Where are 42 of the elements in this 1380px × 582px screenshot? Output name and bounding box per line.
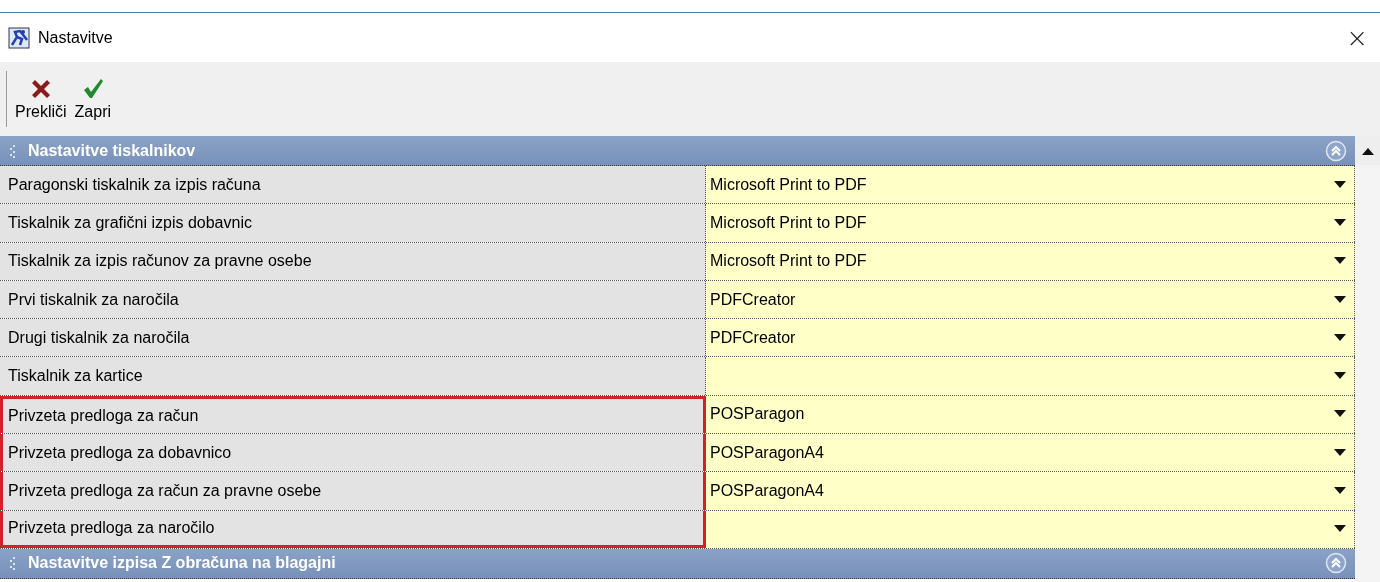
dropdown-field[interactable]: Microsoft Print to PDF (706, 166, 1355, 204)
dropdown-arrow-icon (1334, 410, 1346, 419)
dropdown-arrow-icon (1334, 333, 1346, 342)
setting-label: Privzeta predloga za račun za pravne osebe (0, 472, 706, 510)
setting-label: Privzeta predloga za naročilo (0, 510, 706, 548)
dropdown-field[interactable]: POSParagonA4 (706, 434, 1355, 472)
dropdown-field[interactable]: POSParagon (706, 395, 1355, 434)
setting-label: Privzeta predloga za račun (0, 395, 706, 434)
dropdown-field[interactable]: PDFCreator (706, 280, 1355, 319)
grip-icon (8, 556, 18, 571)
section-title: Nastavitve izpisa Z obračuna na blagajni (28, 554, 336, 573)
grip-icon (8, 143, 18, 158)
dropdown-field[interactable]: POSParagonA4 (706, 472, 1355, 510)
dropdown-arrow-icon (1334, 487, 1346, 495)
close-button[interactable]: × (1342, 24, 1372, 51)
dropdown-field[interactable] (706, 357, 1355, 395)
dropdown-arrow-icon (1334, 180, 1346, 189)
close-button[interactable]: Zapri (70, 75, 115, 123)
setting-label: Tiskalnik za izpis računov za pravne osebe (0, 242, 706, 280)
cancel-button[interactable]: Prekliči (11, 75, 71, 123)
window-title: Nastavitve (38, 28, 113, 47)
setting-label: Tiskalnik za kartice (0, 357, 706, 395)
dropdown-arrow-icon (1334, 448, 1346, 457)
dropdown-arrow-icon (1334, 218, 1346, 227)
section-title: Nastavitve tiskalnikov (28, 141, 196, 160)
dropdown-arrow-icon (1334, 257, 1346, 266)
checkmark-icon (81, 77, 104, 99)
setting-label: Paragonski tiskalnik za izpis računa (0, 166, 706, 204)
setting-label: Drugi tiskalnik za naročila (0, 319, 706, 357)
setting-label: Prvi tiskalnik za naročila (0, 280, 706, 319)
scroll-up-button[interactable] (1355, 136, 1380, 165)
setting-label: Tiskalnik za grafični izpis dobavnic (0, 204, 706, 242)
app-icon (8, 26, 30, 49)
dropdown-arrow-icon (1334, 372, 1346, 381)
dropdown-arrow-icon (1334, 295, 1346, 304)
scroll-up-icon (1361, 146, 1374, 155)
dropdown-arrow-icon (1334, 525, 1346, 534)
dropdown-field[interactable]: Microsoft Print to PDF (706, 204, 1355, 242)
setting-label: Privzeta predloga za dobavnico (0, 434, 706, 472)
dropdown-field[interactable]: Microsoft Print to PDF (706, 242, 1355, 280)
dropdown-field[interactable] (706, 510, 1355, 548)
dropdown-field[interactable]: PDFCreator (706, 319, 1355, 357)
